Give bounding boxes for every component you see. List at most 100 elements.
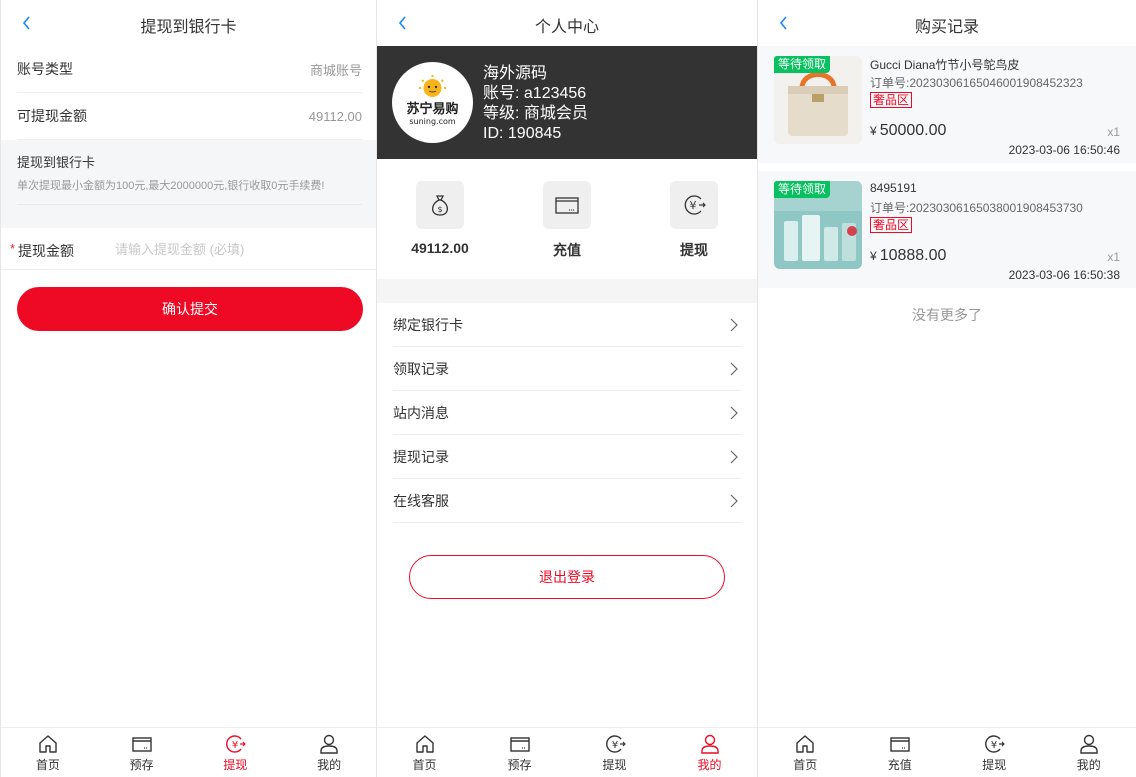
tab-home[interactable]: 首页 [377,728,472,777]
suning-logo-icon: 苏宁易购 suning.com [406,75,459,126]
withdraw-button[interactable]: ¥ 提现 [654,181,734,260]
order-time: 2023-03-06 16:50:46 [1008,143,1120,157]
profile-header: 苏宁易购 suning.com 海外源码 账号: a123456 等级: 商城会… [377,46,757,159]
tab-withdraw[interactable]: ¥ 提现 [189,728,283,777]
profile-level: 等级: 商城会员 [483,105,588,122]
account-type-value: 商城账号 [309,62,362,78]
tab-home[interactable]: 首页 [1,728,95,777]
card-icon [890,737,910,752]
recharge-button[interactable]: 充值 [527,181,607,260]
order-number: 订单号:20230306165046001908452323 [870,76,1083,90]
user-icon [700,734,719,754]
product-name: 8495191 [870,181,917,195]
order-card[interactable]: 等待领取 8495191 订单号:20230306165038001908453… [758,171,1136,288]
home-icon [415,735,434,753]
card-icon [509,737,530,752]
currency-symbol: ¥ [870,249,877,263]
order-price: ¥10888.00 [870,247,946,265]
price-value: 10888.00 [879,247,947,264]
tab-mine[interactable]: 我的 [282,728,376,777]
account-type-row: 账号类型 商城账号 [17,46,362,93]
tab-withdraw[interactable]: ¥ 提现 [947,728,1042,777]
amount-input[interactable] [115,237,355,261]
tab-withdraw[interactable]: ¥ 提现 [567,728,662,777]
withdraw-icon: ¥ [605,735,626,753]
header: 提现到银行卡 [1,0,376,46]
account-type-label: 账号类型 [17,61,73,77]
category-badge: 奢品区 [870,217,913,233]
menu-item-claim-records[interactable]: 领取记录 [393,347,741,391]
chevron-right-icon [730,494,738,507]
tabbar: 首页 预存 ¥ 提现 我的 [377,727,757,777]
header: 购买记录 [758,0,1136,46]
chevron-right-icon [730,318,738,331]
profile-info: 海外源码 账号: a123456 等级: 商城会员 ID: 190845 [483,64,588,144]
info-description: 单次提现最小金额为100元,最大2000000元,银行收取0元手续费! [17,180,325,192]
amount-row: * 提现金额 [1,228,376,270]
tab-label: 我的 [697,758,722,772]
home-icon [796,735,814,753]
balance-button[interactable]: $ 49112.00 [400,181,480,256]
page-title: 提现到银行卡 [140,19,237,36]
tab-label: 充值 [887,758,912,772]
amount-label: 提现金额 [18,243,74,259]
chevron-right-icon [730,450,738,463]
menu-item-messages[interactable]: 站内消息 [393,391,741,435]
order-number: 订单号:20230306165038001908453730 [870,201,1083,215]
user-icon [1080,734,1098,754]
status-badge: 等待领取 [774,56,831,73]
available-amount-value: 49112.00 [308,108,362,124]
available-amount-label: 可提现金额 [17,108,87,124]
quick-actions: $ 49112.00 充值 ¥ 提现 [377,159,757,279]
menu-item-label: 绑定银行卡 [393,316,463,333]
info-title: 提现到银行卡 [17,155,96,170]
tab-deposit[interactable]: 预存 [472,728,567,777]
order-card[interactable]: 等待领取 Gucci Diana竹节小号鸵鸟皮 订单号:202303061650… [758,46,1136,163]
page-title: 个人中心 [534,19,599,36]
svg-text:苏宁易购: 苏宁易购 [406,101,458,117]
avatar: 苏宁易购 suning.com [392,62,473,143]
order-price: ¥50000.00 [870,122,946,140]
withdraw-icon: ¥ [985,735,1006,753]
home-icon [39,735,57,753]
withdraw-info: 提现到银行卡 单次提现最小金额为100元,最大2000000元,银行收取0元手续… [1,140,376,228]
menu-item-bind-card[interactable]: 绑定银行卡 [393,303,741,347]
logout-button[interactable]: 退出登录 [409,555,725,599]
header: 个人中心 [377,0,757,46]
withdraw-label: 提现 [680,242,708,258]
required-mark: * [10,241,16,256]
money-bag-icon: $ [432,195,448,216]
tabbar: 首页 充值 ¥ 提现 我的 [758,727,1136,777]
tab-home[interactable]: 首页 [758,728,853,777]
svg-text:¥: ¥ [690,199,697,212]
profile-id: ID: 190845 [483,125,562,142]
order-time: 2023-03-06 16:50:38 [1008,268,1120,282]
divider [17,204,362,205]
submit-button[interactable]: 确认提交 [17,287,363,331]
menu-item-withdraw-records[interactable]: 提现记录 [393,435,741,479]
menu-item-label: 在线客服 [393,492,449,509]
menu-item-label: 站内消息 [393,404,449,421]
order-quantity: x1 [1107,250,1120,264]
withdraw-screen: 提现到银行卡 账号类型 商城账号 可提现金额 49112.00 提现到银行卡 单… [0,0,377,777]
tab-label: 提现 [982,758,1007,772]
tab-mine[interactable]: 我的 [662,728,757,777]
recharge-label: 充值 [553,242,581,258]
tab-label: 首页 [793,758,818,772]
tab-mine[interactable]: 我的 [1042,728,1136,777]
tab-label: 我的 [317,758,342,772]
profile-name: 海外源码 [483,65,548,82]
currency-symbol: ¥ [870,124,877,138]
withdraw-icon: ¥ [226,735,247,753]
tab-deposit[interactable]: 预存 [95,728,189,777]
status-badge: 等待领取 [774,181,831,198]
tab-label: 首页 [412,758,437,772]
tab-recharge[interactable]: 充值 [853,728,948,777]
product-name: Gucci Diana竹节小号鸵鸟皮 [870,58,1020,72]
menu-item-support[interactable]: 在线客服 [393,479,741,523]
page-title: 购买记录 [914,19,979,36]
menu-item-label: 领取记录 [393,360,449,377]
svg-text:¥: ¥ [232,740,238,751]
price-value: 50000.00 [879,122,947,139]
orders-screen: 购买记录 等待领取 Gucci Diana竹节小号鸵鸟皮 订单号:2023030… [758,0,1136,777]
